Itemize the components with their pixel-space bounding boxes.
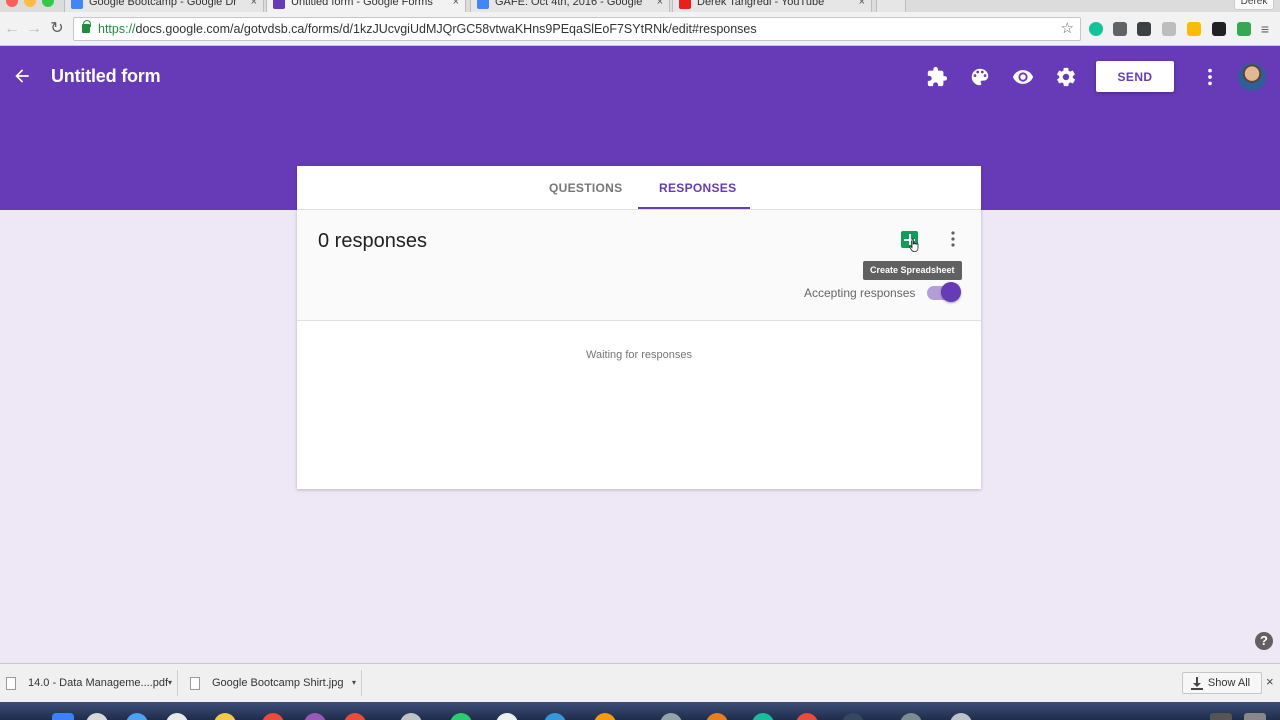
z-extension-icon[interactable] — [1187, 22, 1201, 36]
url-text: docs.google.com/a/gotvdsb.ca/forms/d/1kz… — [135, 22, 757, 36]
response-count: 0 responses — [318, 230, 427, 252]
tab-title: Google Bootcamp - Google Dr — [89, 0, 237, 8]
app-icon[interactable] — [400, 713, 422, 720]
download-filename: Google Bootcamp Shirt.jpg — [212, 677, 344, 689]
film-extension-icon[interactable] — [1137, 22, 1151, 36]
ps-extension-icon[interactable] — [1162, 22, 1176, 36]
app-icon[interactable] — [304, 713, 326, 720]
drive-icon — [71, 0, 83, 9]
chrome-menu-icon[interactable]: ≡ — [1254, 18, 1276, 40]
tab-questions[interactable]: QUESTIONS — [549, 181, 622, 195]
more-options-icon[interactable] — [1199, 66, 1221, 88]
tab-close-icon[interactable]: × — [859, 0, 865, 9]
reload-icon[interactable]: ↻ — [46, 18, 68, 40]
window-close-button[interactable] — [6, 0, 18, 7]
show-all-label: Show All — [1207, 677, 1251, 689]
downloads-stack-icon[interactable] — [1210, 713, 1232, 720]
macos-dock — [0, 702, 1280, 720]
youtube-icon — [679, 0, 691, 9]
app-icon[interactable] — [214, 713, 236, 720]
image-file-icon — [190, 677, 200, 690]
app-icon[interactable] — [544, 713, 566, 720]
send-button[interactable]: SEND — [1096, 61, 1174, 92]
download-item[interactable]: 14.0 - Data Manageme....pdf ▾ — [0, 670, 178, 696]
back-arrow-icon[interactable] — [12, 66, 32, 86]
app-icon[interactable] — [706, 713, 728, 720]
trash-icon[interactable] — [1244, 713, 1266, 720]
grammarly-extension-icon[interactable] — [1089, 22, 1103, 36]
waiting-message: Waiting for responses — [586, 349, 692, 361]
download-options-icon[interactable]: ▾ — [348, 670, 360, 696]
browser-toolbar: ← → ↻ https://docs.google.com/a/gotvdsb.… — [0, 12, 1280, 46]
close-download-shelf-icon[interactable]: × — [1266, 674, 1274, 689]
new-tab-button[interactable] — [876, 0, 906, 12]
form-title[interactable]: Untitled form — [51, 66, 161, 87]
app-icon[interactable] — [262, 713, 284, 720]
app-icon[interactable] — [842, 713, 864, 720]
address-bar[interactable]: https://docs.google.com/a/gotvdsb.ca/for… — [73, 17, 1081, 41]
browser-tab-youtube[interactable]: Derek Tangredi - YouTube × — [672, 0, 872, 12]
forms-icon — [273, 0, 285, 9]
show-all-downloads-button[interactable]: Show All — [1182, 672, 1262, 694]
responses-more-icon[interactable] — [947, 230, 959, 248]
help-icon[interactable]: ? — [1255, 632, 1273, 650]
app-icon[interactable] — [752, 713, 774, 720]
profile-button[interactable]: Derek — [1234, 0, 1274, 10]
tab-title: GAFE: Oct 4th, 2016 - Google — [495, 0, 643, 8]
green-extension-icon[interactable] — [1237, 22, 1251, 36]
bookmark-star-icon[interactable]: ☆ — [1061, 18, 1074, 40]
app-icon[interactable] — [796, 713, 818, 720]
browser-tab-forms[interactable]: Untitled form - Google Forms × — [266, 0, 466, 12]
forward-nav-icon[interactable]: → — [23, 18, 45, 40]
download-options-icon[interactable]: ▾ — [164, 670, 176, 696]
form-tabs: QUESTIONS RESPONSES — [297, 166, 981, 210]
tab-close-icon[interactable]: × — [657, 0, 663, 9]
safari-icon[interactable] — [126, 713, 148, 720]
lock-icon — [82, 20, 91, 33]
toggle-thumb[interactable] — [941, 282, 961, 302]
back-nav-icon[interactable]: ← — [1, 18, 23, 40]
download-icon — [1191, 677, 1203, 690]
hand-cursor-icon — [909, 238, 919, 252]
accepting-responses-label: Accepting responses — [804, 286, 916, 300]
tab-responses[interactable]: RESPONSES — [659, 181, 736, 195]
docs-icon — [477, 0, 489, 9]
browser-tab-gafe[interactable]: GAFE: Oct 4th, 2016 - Google × — [470, 0, 670, 12]
browser-tab-bootcamp[interactable]: Google Bootcamp - Google Dr × — [64, 0, 264, 12]
account-avatar[interactable] — [1238, 63, 1266, 91]
app-icon[interactable] — [166, 713, 188, 720]
app-icon[interactable] — [594, 713, 616, 720]
tab-title: Untitled form - Google Forms — [291, 0, 433, 8]
download-shelf: 14.0 - Data Manageme....pdf ▾ Google Boo… — [0, 663, 1280, 702]
add-ons-puzzle-icon[interactable] — [926, 66, 948, 88]
window-minimize-button[interactable] — [24, 0, 36, 7]
download-item[interactable]: Google Bootcamp Shirt.jpg ▾ — [180, 670, 362, 696]
responses-card: QUESTIONS RESPONSES 0 responses Create S… — [297, 166, 981, 489]
url-scheme: https:// — [98, 22, 136, 36]
app-icon[interactable] — [344, 713, 366, 720]
palette-icon[interactable] — [969, 66, 991, 88]
create-spreadsheet-tooltip: Create Spreadsheet — [863, 261, 962, 280]
browser-tab-strip: Google Bootcamp - Google Dr × Untitled f… — [0, 0, 1280, 12]
launchpad-icon[interactable] — [86, 713, 108, 720]
chrome-icon[interactable] — [496, 713, 518, 720]
shield-extension-icon[interactable] — [1113, 22, 1127, 36]
preview-eye-icon[interactable] — [1012, 66, 1034, 88]
camera-extension-icon[interactable] — [1212, 22, 1226, 36]
download-filename: 14.0 - Data Manageme....pdf — [28, 677, 169, 689]
pdf-file-icon — [6, 677, 16, 690]
app-icon[interactable] — [660, 713, 682, 720]
tab-close-icon[interactable]: × — [251, 0, 257, 9]
tab-title: Derek Tangredi - YouTube — [697, 0, 825, 8]
finder-icon[interactable] — [52, 713, 74, 720]
app-icon[interactable] — [950, 713, 972, 720]
window-zoom-button[interactable] — [42, 0, 54, 7]
app-icon[interactable] — [900, 713, 922, 720]
active-tab-indicator — [638, 207, 750, 209]
app-icon[interactable] — [450, 713, 472, 720]
tab-close-icon[interactable]: × — [453, 0, 459, 9]
settings-gear-icon[interactable] — [1055, 66, 1077, 88]
